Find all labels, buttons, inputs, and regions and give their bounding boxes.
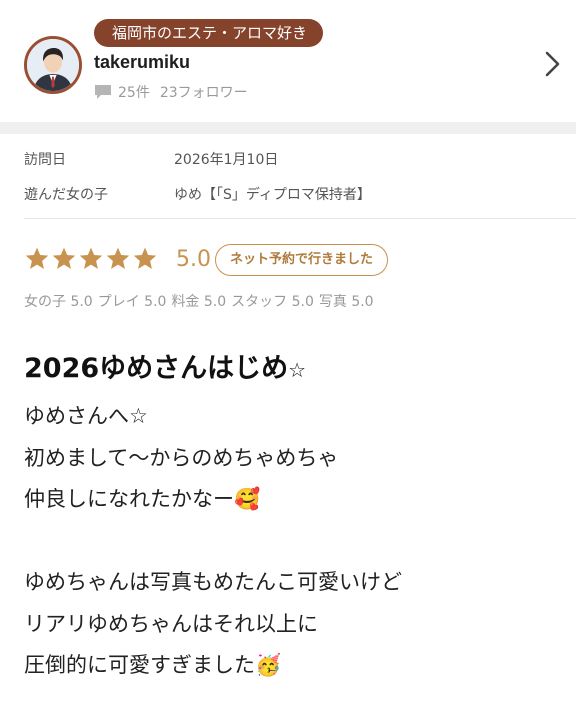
review-line: ゆめちゃんは写真もめたんこ可愛いけど xyxy=(24,570,402,594)
follower-count: 23フォロワー xyxy=(159,85,248,101)
reviewer-tag: 福岡市のエステ・アロマ好き xyxy=(94,19,324,47)
review-line: リアリゆめちゃんはそれ以上に xyxy=(24,611,318,636)
review-body: ゆめさんへ☆ 初めまして〜からのめちゃめちゃ 仲良しになれたかなー🥰 ゆめちゃんは写真… xyxy=(24,396,564,687)
reviewer-stats: 25件 23フォロワー xyxy=(94,82,248,102)
review-count: 25件 xyxy=(118,85,150,101)
reviewer-profile[interactable]: 福岡市のエステ・アロマ好き takerumiku 25件 23フォロワー xyxy=(0,0,576,120)
review-line: 圧倒的に可愛すぎました🥳 xyxy=(24,653,282,677)
star-icon xyxy=(51,246,77,272)
avatar[interactable] xyxy=(24,36,82,94)
reviewer-username[interactable]: takerumiku xyxy=(94,52,190,73)
chevron-right-icon[interactable] xyxy=(540,48,564,80)
girl-value[interactable]: ゆめ【「S」ディプロマ保持者】 xyxy=(174,184,371,204)
net-reservation-badge: ネット予約で行きました xyxy=(215,244,389,276)
sub-scores: 女の子 5.0 プレイ 5.0 料金 5.0 スタッフ 5.0 写真 5.0 xyxy=(24,291,379,311)
star-icon xyxy=(132,246,158,272)
review-title-star: ☆ xyxy=(288,358,307,382)
sub-score-item: 女の子 5.0 xyxy=(24,294,93,310)
review-title: 2026ゆめさんはじめ☆ xyxy=(24,346,306,385)
star-icon xyxy=(105,246,131,272)
review-line xyxy=(24,521,564,563)
girl-label: 遊んだ女の子 xyxy=(24,187,108,203)
info-divider xyxy=(24,218,576,219)
review-line: 仲良しになれたかなー🥰 xyxy=(24,487,261,511)
section-divider xyxy=(0,122,576,134)
star-icon xyxy=(24,246,50,272)
sub-score-item: 料金 5.0 xyxy=(171,294,227,310)
overall-score: 5.0 xyxy=(176,247,211,272)
star-rating xyxy=(24,246,158,274)
visit-date-label: 訪問日 xyxy=(24,152,66,168)
review-line: ゆめさんへ☆ xyxy=(24,404,148,428)
sub-score-item: 写真 5.0 xyxy=(318,294,374,310)
review-line: 初めまして〜からのめちゃめちゃ xyxy=(24,445,339,470)
sub-score-item: プレイ 5.0 xyxy=(97,294,167,310)
review-page: 福岡市のエステ・アロマ好き takerumiku 25件 23フォロワー 訪問日… xyxy=(0,0,576,720)
user-avatar-icon xyxy=(27,39,79,91)
review-title-text: 2026ゆめさんはじめ xyxy=(24,353,289,384)
visit-date-value: 2026年1月10日 xyxy=(174,152,279,168)
star-icon xyxy=(78,246,104,272)
sub-score-item: スタッフ 5.0 xyxy=(231,294,314,310)
comment-icon xyxy=(94,84,112,100)
